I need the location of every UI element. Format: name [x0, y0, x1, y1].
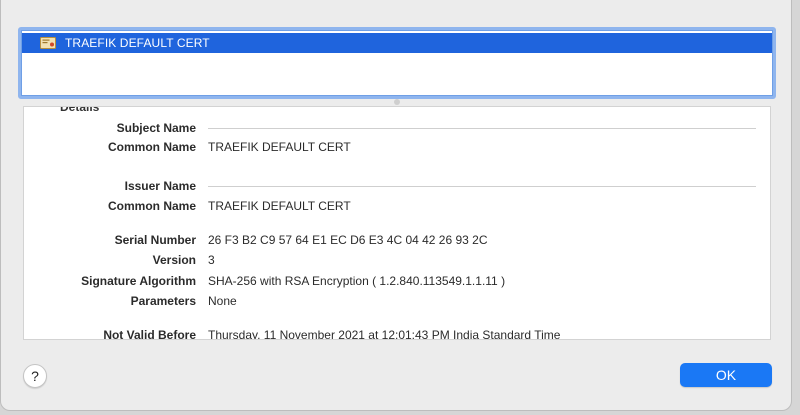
details-panel[interactable]: Details Subject Name Common Name TRAEFIK…: [23, 106, 771, 340]
parameters-value: None: [208, 294, 237, 308]
issuer-common-name-label: Common Name: [107, 199, 196, 213]
subject-common-name-label: Common Name: [107, 140, 196, 154]
ok-button[interactable]: OK: [680, 363, 772, 387]
signature-algorithm-label: Signature Algorithm: [81, 274, 196, 288]
issuer-name-row: Issuer Name: [24, 177, 770, 195]
subject-common-name-value: TRAEFIK DEFAULT CERT: [208, 140, 351, 154]
certificate-icon: [40, 37, 56, 49]
serial-number-row: Serial Number 26 F3 B2 C9 57 64 E1 EC D6…: [24, 231, 770, 249]
splitter-handle[interactable]: [394, 99, 400, 105]
issuer-common-name-value: TRAEFIK DEFAULT CERT: [208, 199, 351, 213]
version-label: Version: [152, 253, 196, 267]
subject-common-name-row: Common Name TRAEFIK DEFAULT CERT: [24, 138, 770, 156]
not-valid-before-label: Not Valid Before: [103, 328, 196, 340]
certificate-list-item[interactable]: TRAEFIK DEFAULT CERT: [22, 33, 772, 53]
help-button[interactable]: ?: [23, 364, 47, 388]
certificate-dialog: TRAEFIK DEFAULT CERT Details Subject Nam…: [0, 0, 792, 411]
subject-name-row: Subject Name: [24, 119, 770, 137]
issuer-common-name-row: Common Name TRAEFIK DEFAULT CERT: [24, 197, 770, 215]
not-valid-before-value: Thursday, 11 November 2021 at 12:01:43 P…: [208, 328, 561, 340]
signature-algorithm-value: SHA-256 with RSA Encryption ( 1.2.840.11…: [208, 274, 506, 288]
serial-number-value: 26 F3 B2 C9 57 64 E1 EC D6 E3 4C 04 42 2…: [208, 233, 488, 247]
issuer-name-heading: Issuer Name: [124, 179, 196, 193]
serial-number-label: Serial Number: [114, 233, 196, 247]
parameters-row: Parameters None: [24, 292, 770, 310]
certificate-list-item-label: TRAEFIK DEFAULT CERT: [65, 36, 210, 50]
parameters-label: Parameters: [130, 294, 196, 308]
divider: [208, 186, 756, 187]
version-value: 3: [208, 253, 215, 267]
subject-name-heading: Subject Name: [116, 121, 196, 135]
certificate-list[interactable]: TRAEFIK DEFAULT CERT: [18, 27, 776, 99]
details-section-title: Details: [60, 106, 100, 114]
signature-algorithm-row: Signature Algorithm SHA-256 with RSA Enc…: [24, 272, 770, 290]
version-row: Version 3: [24, 251, 770, 269]
not-valid-before-row: Not Valid Before Thursday, 11 November 2…: [24, 326, 770, 340]
divider: [208, 128, 756, 129]
